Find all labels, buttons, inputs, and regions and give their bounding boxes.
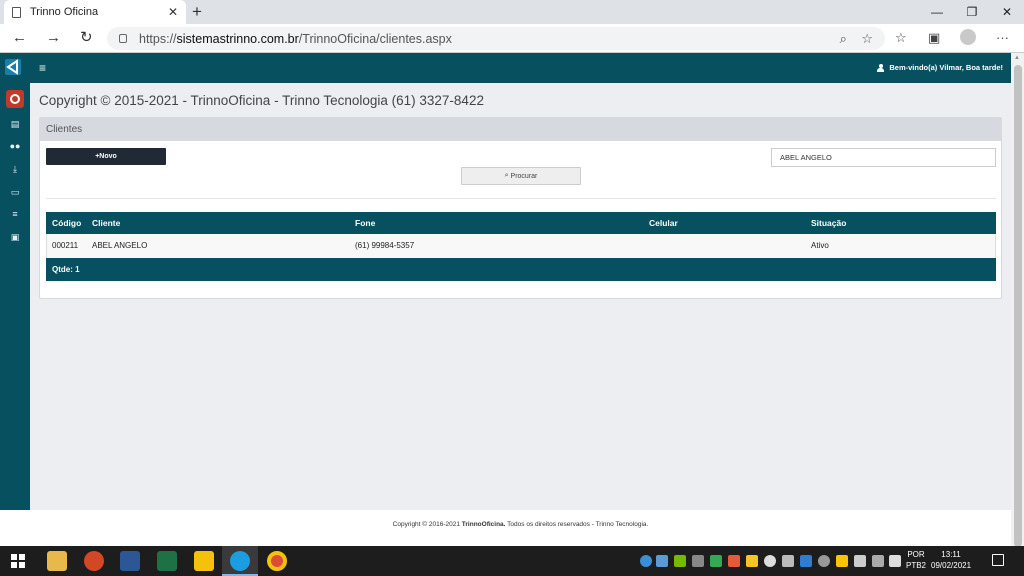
sidebar-item-home[interactable] [6, 90, 24, 108]
powerpoint-icon[interactable] [84, 551, 104, 571]
restore-button[interactable]: ❐ [955, 0, 989, 24]
tray-icon[interactable] [782, 555, 794, 567]
lang-top: POR [907, 550, 925, 559]
divider [46, 198, 996, 199]
col-fone[interactable]: Fone [355, 212, 375, 234]
col-cliente[interactable]: Cliente [92, 212, 120, 234]
table-header: Código Cliente Fone Celular Situação [46, 212, 996, 234]
excel-icon[interactable] [157, 551, 177, 571]
address-bar-row: ← → ↻ https://sistemastrinno.com.br/Trin… [0, 24, 1024, 53]
collections-icon[interactable]: ▣ [928, 30, 940, 46]
refresh-icon[interactable]: ↻ [80, 29, 93, 47]
more-icon[interactable]: ··· [996, 30, 1009, 45]
col-celular[interactable]: Celular [649, 212, 678, 234]
welcome-text: Bem-vindo(a) Vilmar, Boa tarde! [889, 63, 1003, 72]
minimize-button[interactable]: — [920, 0, 954, 24]
drive-icon[interactable] [710, 555, 722, 567]
cell-fone: (61) 99984-5357 [355, 241, 415, 250]
url-field[interactable]: https://sistemastrinno.com.br/TrinnoOfic… [107, 27, 885, 50]
tray-icon[interactable] [818, 555, 830, 567]
table-footer: Qtde: 1 [46, 258, 996, 281]
record-count: Qtde: 1 [52, 265, 80, 274]
tab-close-icon[interactable]: ✕ [168, 5, 178, 19]
user-welcome[interactable]: Bem-vindo(a) Vilmar, Boa tarde! [877, 63, 1003, 72]
notification-icon[interactable] [992, 554, 1004, 566]
vertical-scrollbar[interactable]: ▲ [1011, 53, 1024, 547]
cloud-icon[interactable] [764, 555, 776, 567]
user-icon [877, 63, 885, 72]
taskbar: POR PTB2 13:11 09/02/2021 [0, 546, 1024, 576]
url-host: sistemastrinno.com.br [176, 31, 299, 46]
url-path: /TrinnoOficina/clientes.aspx [298, 31, 452, 46]
page-title: Copyright © 2015-2021 - TrinnoOficina - … [39, 93, 484, 108]
col-situacao[interactable]: Situação [811, 212, 846, 234]
scroll-up-icon[interactable]: ▲ [1014, 55, 1020, 61]
chrome-icon[interactable] [267, 551, 287, 571]
page-icon [12, 6, 21, 18]
back-icon[interactable]: ← [12, 29, 27, 47]
tray-icon[interactable] [836, 555, 848, 567]
tray-icon[interactable] [800, 555, 812, 567]
windows-start-icon[interactable] [11, 554, 25, 568]
cell-cliente: ABEL ANGELO [92, 241, 148, 250]
tab-title: Trinno Oficina [30, 6, 99, 18]
clock[interactable]: 13:11 09/02/2021 [931, 549, 971, 571]
clock-date: 09/02/2021 [931, 561, 972, 570]
main-content: Copyright © 2015-2021 - TrinnoOficina - … [30, 83, 1011, 510]
zoom-favorite-icons[interactable]: ⌕ ☆ [840, 31, 873, 47]
url-scheme: https:// [139, 31, 177, 46]
forward-icon[interactable]: → [46, 29, 61, 47]
tray-icon[interactable] [728, 555, 740, 567]
app-header: ≡ Bem-vindo(a) Vilmar, Boa tarde! [30, 53, 1011, 83]
edge-icon[interactable] [230, 551, 250, 571]
cell-codigo: 000211 [52, 241, 79, 250]
users-icon[interactable]: ●● [9, 141, 21, 151]
footer-suffix: Todos os direitos reservados - Trinno Te… [505, 521, 649, 528]
panel-title: Clientes [40, 118, 1001, 141]
scrollbar-thumb[interactable] [1014, 65, 1022, 547]
circle-icon [10, 94, 20, 104]
file-explorer-icon[interactable] [47, 551, 67, 571]
search-icon: ⌕ [504, 172, 509, 179]
clientes-panel: Clientes +Novo ⌕ Procurar Código Cliente… [39, 117, 1002, 299]
tray-icon[interactable] [746, 555, 758, 567]
clients-table: Código Cliente Fone Celular Situação 000… [46, 212, 996, 281]
list-icon[interactable]: ≡ [9, 209, 21, 219]
search-input[interactable] [771, 148, 996, 167]
language-indicator[interactable]: POR PTB2 [906, 549, 926, 571]
tray-icon[interactable] [692, 555, 704, 567]
browser-tab[interactable]: Trinno Oficina ✕ [4, 0, 186, 24]
search-button[interactable]: ⌕ Procurar [461, 167, 581, 185]
lang-bottom: PTB2 [906, 561, 927, 570]
tray-icon[interactable] [640, 555, 652, 567]
report-icon[interactable]: ▣ [9, 232, 21, 242]
tray-icon[interactable] [656, 555, 668, 567]
word-icon[interactable] [120, 551, 140, 571]
search-button-label: Procurar [510, 172, 538, 180]
download-icon[interactable]: ⤓ [9, 164, 21, 174]
clock-time: 13:11 [941, 550, 961, 559]
browser-tab-bar: Trinno Oficina ✕ + — ❐ ✕ [0, 0, 1024, 24]
col-codigo[interactable]: Código [52, 212, 81, 234]
network-icon[interactable] [872, 555, 884, 567]
volume-icon[interactable] [889, 555, 901, 567]
database-icon[interactable]: ▤ [9, 119, 21, 129]
page-footer: Copyright © 2016-2021 TrinnoOficina. Tod… [30, 510, 1011, 546]
print-icon[interactable]: ▭ [9, 187, 21, 197]
table-row[interactable]: 000211 ABEL ANGELO (61) 99984-5357 Ativo [46, 234, 996, 258]
cell-situacao: Ativo [811, 241, 829, 250]
lock-icon [119, 34, 127, 43]
menu-toggle-icon[interactable]: ≡ [39, 62, 46, 74]
shield-icon[interactable] [854, 555, 866, 567]
footer-prefix: Copyright © 2016-2021 [392, 521, 462, 528]
footer-brand: TrinnoOficina. [461, 521, 506, 528]
profile-avatar[interactable] [960, 29, 976, 45]
favorites-icon[interactable]: ☆ [895, 30, 907, 46]
app-logo-icon[interactable] [5, 59, 21, 75]
nvidia-icon[interactable] [674, 555, 686, 567]
new-client-button[interactable]: +Novo [46, 148, 166, 165]
new-tab-button[interactable]: + [192, 2, 202, 22]
close-window-button[interactable]: ✕ [990, 0, 1024, 24]
sticky-notes-icon[interactable] [194, 551, 214, 571]
